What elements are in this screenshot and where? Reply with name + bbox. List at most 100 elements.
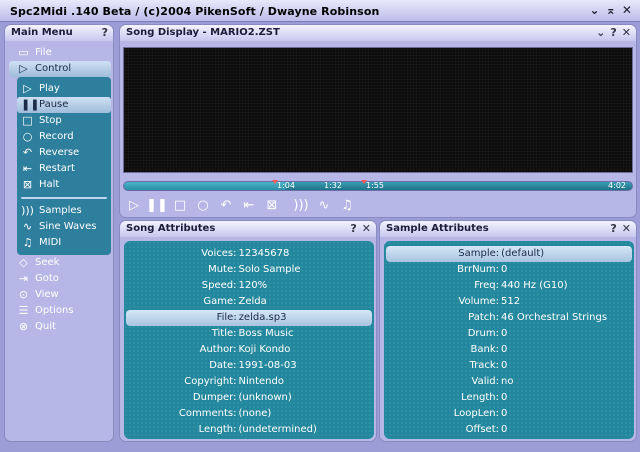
attribute-key: Comments:	[178, 408, 237, 419]
attribute-key: Copyright:	[184, 376, 237, 387]
help-icon[interactable]: ?	[102, 26, 108, 39]
restart-button[interactable]: ⇤	[239, 197, 259, 215]
menu-item-record[interactable]: ○ Record	[17, 129, 111, 145]
halt-button[interactable]: ⊠	[262, 197, 282, 215]
samples-button[interactable]: )))	[291, 197, 311, 215]
song-progress-bar[interactable]: 1:04 1:32 1:55 4:02	[123, 180, 633, 191]
menu-item-label: File	[35, 47, 52, 58]
attribute-row[interactable]: LoopLen: 0	[384, 406, 634, 422]
attribute-row[interactable]: BrrNum: 0	[384, 262, 634, 278]
attribute-row[interactable]: Volume: 512	[384, 294, 634, 310]
attribute-key: Voices:	[201, 248, 237, 259]
pause-button[interactable]: ❚❚	[146, 197, 168, 215]
attribute-value: 0	[501, 392, 508, 403]
help-icon[interactable]: ?	[610, 26, 616, 39]
attribute-row[interactable]: Comments: (none)	[124, 406, 374, 422]
menu-item-label: Samples	[39, 205, 82, 216]
attribute-row[interactable]: Speed: 120%	[124, 278, 374, 294]
menu-item-options[interactable]: ☰ Options	[9, 303, 111, 319]
attribute-row[interactable]: Track: 0	[384, 358, 634, 374]
collapse-icon[interactable]: ⌄	[596, 26, 605, 39]
attribute-row[interactable]: Title: Boss Music	[124, 326, 374, 342]
attribute-key: Offset:	[465, 424, 499, 435]
attribute-value: 120%	[238, 280, 268, 291]
minimize-icon[interactable]: ⌄	[590, 4, 600, 16]
attribute-key: Game:	[203, 296, 237, 307]
attribute-key: Drum:	[467, 328, 499, 339]
midi-icon: ♫	[22, 236, 33, 249]
menu-item-control[interactable]: ▷ Control	[9, 61, 111, 77]
menu-item-file[interactable]: ▭ File	[9, 45, 111, 61]
close-icon[interactable]: ✕	[362, 222, 371, 235]
attribute-key: Speed:	[201, 280, 237, 291]
attribute-value: Solo Sample	[238, 264, 301, 275]
menu-item-stop[interactable]: □ Stop	[17, 113, 111, 129]
help-icon[interactable]: ?	[610, 222, 616, 235]
attribute-row[interactable]: Sample: (default)	[386, 246, 632, 262]
help-icon[interactable]: ?	[350, 222, 356, 235]
attribute-row[interactable]: File: zelda.sp3	[126, 310, 372, 326]
menu-item-sine-waves[interactable]: ∿ Sine Waves	[17, 219, 111, 235]
attribute-row[interactable]: Patch: 46 Orchestral Strings	[384, 310, 634, 326]
menu-item-label: Record	[39, 131, 74, 142]
attribute-row[interactable]: Voices: 12345678	[124, 246, 374, 262]
midi-button[interactable]: ♫	[337, 197, 357, 215]
attribute-row[interactable]: Length: (undetermined)	[124, 422, 374, 438]
menu-item-midi[interactable]: ♫ MIDI	[17, 235, 111, 251]
attribute-row[interactable]: Game: Zelda	[124, 294, 374, 310]
close-icon[interactable]: ✕	[622, 26, 631, 39]
menu-item-label: MIDI	[39, 237, 62, 248]
attribute-row[interactable]: Valid: no	[384, 374, 634, 390]
attribute-value: (default)	[501, 248, 545, 259]
attribute-key: Sample:	[458, 248, 500, 259]
menu-item-goto[interactable]: ⇥ Goto	[9, 271, 111, 287]
menu-item-reverse[interactable]: ↶ Reverse	[17, 145, 111, 161]
attribute-row[interactable]: Date: 1991-08-03	[124, 358, 374, 374]
stop-button[interactable]: □	[170, 197, 190, 215]
sine-waves-button[interactable]: ∿	[314, 197, 334, 215]
attribute-key: Date:	[209, 360, 237, 371]
attribute-row[interactable]: Length: 0	[384, 390, 634, 406]
attribute-row[interactable]: Author: Koji Kondo	[124, 342, 374, 358]
attribute-row[interactable]: Bank: 0	[384, 342, 634, 358]
attribute-value: Boss Music	[238, 328, 294, 339]
play-button[interactable]: ▷	[124, 197, 144, 215]
menu-item-play[interactable]: ▷ Play	[17, 81, 111, 97]
record-button[interactable]: ○	[193, 197, 213, 215]
menu-item-halt[interactable]: ⊠ Halt	[17, 177, 111, 193]
attribute-row[interactable]: Dumper: (unknown)	[124, 390, 374, 406]
menu-item-quit[interactable]: ⊗ Quit	[9, 319, 111, 335]
sine-waves-icon: ∿	[22, 220, 33, 233]
song-display-header: Song Display - MARIO2.ZST ⌄ ? ✕	[120, 25, 636, 41]
main-menu-title: Main Menu	[11, 27, 73, 38]
close-icon[interactable]: ✕	[622, 4, 632, 16]
menu-item-label: Options	[35, 305, 74, 316]
attribute-value: 0	[501, 344, 508, 355]
menu-item-samples[interactable]: ))) Samples	[17, 203, 111, 219]
attribute-value: 46 Orchestral Strings	[501, 312, 608, 323]
stop-icon: □	[173, 198, 187, 213]
attribute-value: Zelda	[238, 296, 267, 307]
play-icon: ▷	[23, 82, 32, 95]
reverse-button[interactable]: ↶	[216, 197, 236, 215]
attribute-row[interactable]: Offset: 0	[384, 422, 634, 438]
attribute-row[interactable]: Drum: 0	[384, 326, 634, 342]
restore-icon[interactable]: ⌅	[606, 4, 616, 16]
halt-icon: ⊠	[22, 178, 33, 191]
attribute-value: Nintendo	[238, 376, 284, 387]
menu-item-restart[interactable]: ⇤ Restart	[17, 161, 111, 177]
menu-item-view[interactable]: ⊙ View	[9, 287, 111, 303]
end-time: 4:02	[608, 181, 626, 190]
close-icon[interactable]: ✕	[622, 222, 631, 235]
menu-item-label: Quit	[35, 321, 56, 332]
main-menu-panel: Main Menu ? ▭ File ▷ Control ▷ Play ❚❚ Pause…	[4, 24, 114, 442]
sample-attributes-title: Sample Attributes	[386, 223, 489, 234]
menu-item-label: Stop	[39, 115, 62, 126]
attribute-row[interactable]: Mute: Solo Sample	[124, 262, 374, 278]
attribute-row[interactable]: Freq: 440 Hz (G10)	[384, 278, 634, 294]
menu-item-seek[interactable]: ◇ Seek	[9, 255, 111, 271]
attribute-value: 512	[501, 296, 521, 307]
attribute-value: 0	[501, 360, 508, 371]
attribute-row[interactable]: Copyright: Nintendo	[124, 374, 374, 390]
menu-item-pause[interactable]: ❚❚ Pause	[17, 97, 111, 113]
